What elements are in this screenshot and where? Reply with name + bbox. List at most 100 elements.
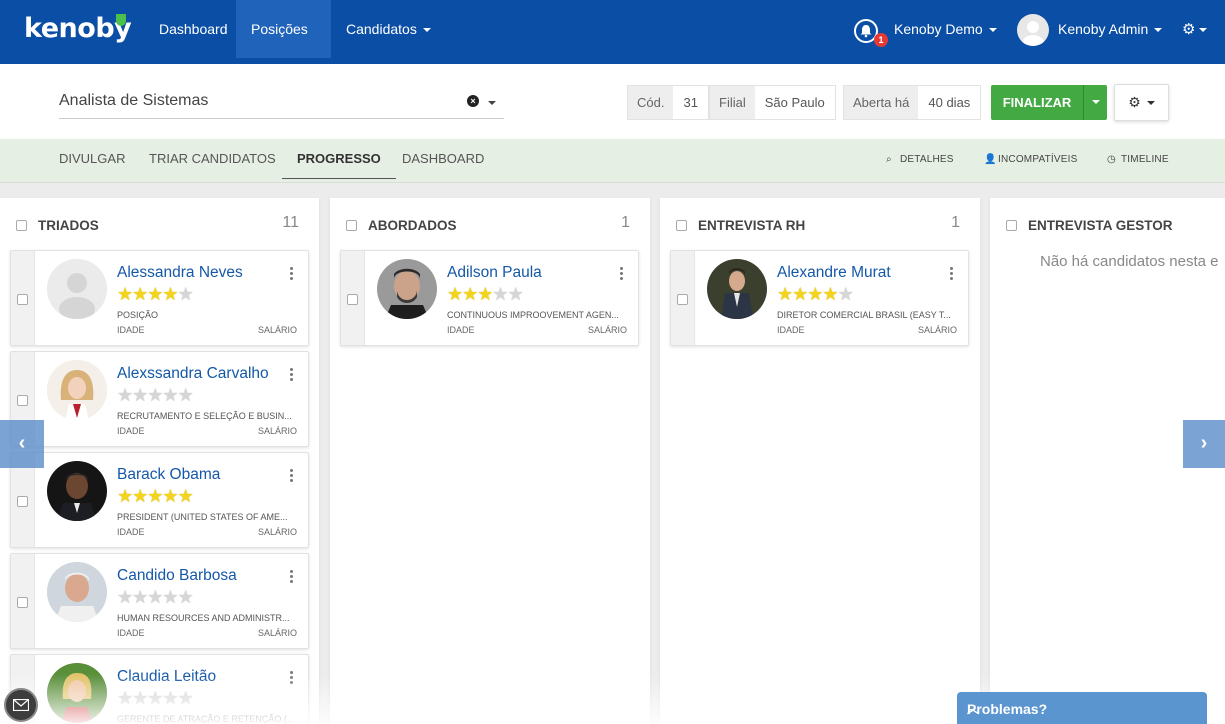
star-icon[interactable]: ★ [162,688,178,708]
star-icon[interactable]: ★ [147,385,163,405]
incompatible-link[interactable]: 👤INCOMPATÍVEIS [984,154,1077,165]
star-icon[interactable]: ★ [117,587,133,607]
mail-button[interactable] [4,688,38,722]
card-checkbox[interactable] [17,294,28,305]
more-vertical-icon[interactable] [290,469,294,484]
more-vertical-icon[interactable] [620,267,624,282]
timeline-link[interactable]: ◷ TIMELINE [1107,154,1169,165]
star-icon[interactable]: ★ [178,385,194,405]
clear-icon[interactable]: × [467,95,479,107]
star-icon[interactable]: ★ [178,486,194,506]
column-select-checkbox[interactable] [346,220,357,231]
tab-triar-candidatos[interactable]: TRIAR CANDIDATOS [134,139,291,179]
rating-stars[interactable]: ★★★★★ [117,688,194,708]
star-icon[interactable]: ★ [117,486,133,506]
star-icon[interactable]: ★ [492,284,508,304]
candidate-card[interactable]: Alessandra Neves ★★★★★ POSIÇÃO IDADE SALÁRIO [10,250,309,346]
candidate-card[interactable]: Alexssandra Carvalho ★★★★★ RECRUTAMENTO E … [10,351,309,447]
candidate-card[interactable]: Claudia Leitão ★★★★★ GERENTE DE ATRAÇÃO E … [10,654,309,724]
star-icon[interactable]: ★ [147,688,163,708]
star-icon[interactable]: ★ [162,385,178,405]
candidate-card[interactable]: Candido Barbosa ★★★★★ HUMAN RESOURCES AND … [10,553,309,649]
avatar[interactable] [707,259,767,319]
candidate-name[interactable]: Adilson Paula [447,264,542,282]
star-icon[interactable]: ★ [178,284,194,304]
star-icon[interactable]: ★ [807,284,823,304]
finalize-button[interactable]: FINALIZAR [991,85,1083,120]
rating-stars[interactable]: ★★★★★ [117,587,194,607]
star-icon[interactable]: ★ [822,284,838,304]
job-select[interactable]: Analista de Sistemas × [59,84,504,119]
star-icon[interactable]: ★ [117,284,133,304]
avatar[interactable] [377,259,437,319]
star-icon[interactable]: ★ [132,385,148,405]
star-icon[interactable]: ★ [132,688,148,708]
more-vertical-icon[interactable] [290,267,294,282]
candidate-card[interactable]: Barack Obama ★★★★★ PRESIDENT (UNITED STATE… [10,452,309,548]
avatar[interactable] [47,259,107,319]
rating-stars[interactable]: ★★★★★ [117,486,194,506]
star-icon[interactable]: ★ [147,284,163,304]
chevron-down-icon[interactable] [488,101,496,105]
star-icon[interactable]: ★ [777,284,793,304]
star-icon[interactable]: ★ [162,486,178,506]
card-checkbox[interactable] [677,294,688,305]
scroll-left-button[interactable]: ‹ [0,420,44,468]
star-icon[interactable]: ★ [162,284,178,304]
nav-posicoes[interactable]: Posições [236,0,331,91]
details-link[interactable]: ⌕ DETALHES [886,154,954,165]
nav-dashboard[interactable]: Dashboard [144,0,243,58]
more-vertical-icon[interactable] [290,368,294,383]
star-icon[interactable]: ★ [117,688,133,708]
rating-stars[interactable]: ★★★★★ [117,385,194,405]
candidate-name[interactable]: Barack Obama [117,466,220,484]
star-icon[interactable]: ★ [792,284,808,304]
column-select-checkbox[interactable] [676,220,687,231]
avatar[interactable] [47,360,107,420]
tab-divulgar[interactable]: DIVULGAR [44,139,140,179]
nav-candidatos[interactable]: Candidatos [331,0,446,58]
candidate-name[interactable]: Alexssandra Carvalho [117,365,269,383]
candidate-card[interactable]: Alexandre Murat ★★★★★ DIRETOR COMERCIAL BR… [670,250,969,346]
star-icon[interactable]: ★ [447,284,463,304]
card-checkbox[interactable] [347,294,358,305]
star-icon[interactable]: ★ [178,688,194,708]
star-icon[interactable]: ★ [477,284,493,304]
column-select-checkbox[interactable] [1006,220,1017,231]
rating-stars[interactable]: ★★★★★ [117,284,194,304]
settings-gear-icon[interactable]: ⚙ [1182,20,1208,38]
tab-progresso[interactable]: PROGRESSO [282,139,396,179]
star-icon[interactable]: ★ [147,486,163,506]
avatar[interactable] [47,461,107,521]
star-icon[interactable]: ★ [132,284,148,304]
support-chat-tab[interactable]: Problemas? ︿ [957,692,1207,724]
rating-stars[interactable]: ★★★★★ [777,284,854,304]
star-icon[interactable]: ★ [178,587,194,607]
card-checkbox[interactable] [17,597,28,608]
card-checkbox[interactable] [17,496,28,507]
company-switcher[interactable]: Kenoby Demo [879,0,1012,58]
star-icon[interactable]: ★ [162,587,178,607]
star-icon[interactable]: ★ [132,587,148,607]
scroll-right-button[interactable]: › [1183,420,1225,468]
column-select-checkbox[interactable] [16,220,27,231]
star-icon[interactable]: ★ [508,284,524,304]
more-vertical-icon[interactable] [950,267,954,282]
candidate-name[interactable]: Alessandra Neves [117,264,243,282]
star-icon[interactable]: ★ [117,385,133,405]
star-icon[interactable]: ★ [462,284,478,304]
tab-dashboard[interactable]: DASHBOARD [387,139,499,179]
star-icon[interactable]: ★ [147,587,163,607]
more-vertical-icon[interactable] [290,671,294,686]
candidate-name[interactable]: Candido Barbosa [117,567,237,585]
star-icon[interactable]: ★ [132,486,148,506]
star-icon[interactable]: ★ [838,284,854,304]
card-checkbox[interactable] [17,395,28,406]
rating-stars[interactable]: ★★★★★ [447,284,524,304]
finalize-dropdown-button[interactable] [1083,85,1107,120]
avatar[interactable] [47,663,107,723]
candidate-card[interactable]: Adilson Paula ★★★★★ CONTINUOUS IMPROOVEMEN… [340,250,639,346]
avatar[interactable] [47,562,107,622]
job-settings-button[interactable]: ⚙ [1114,84,1169,121]
more-vertical-icon[interactable] [290,570,294,585]
